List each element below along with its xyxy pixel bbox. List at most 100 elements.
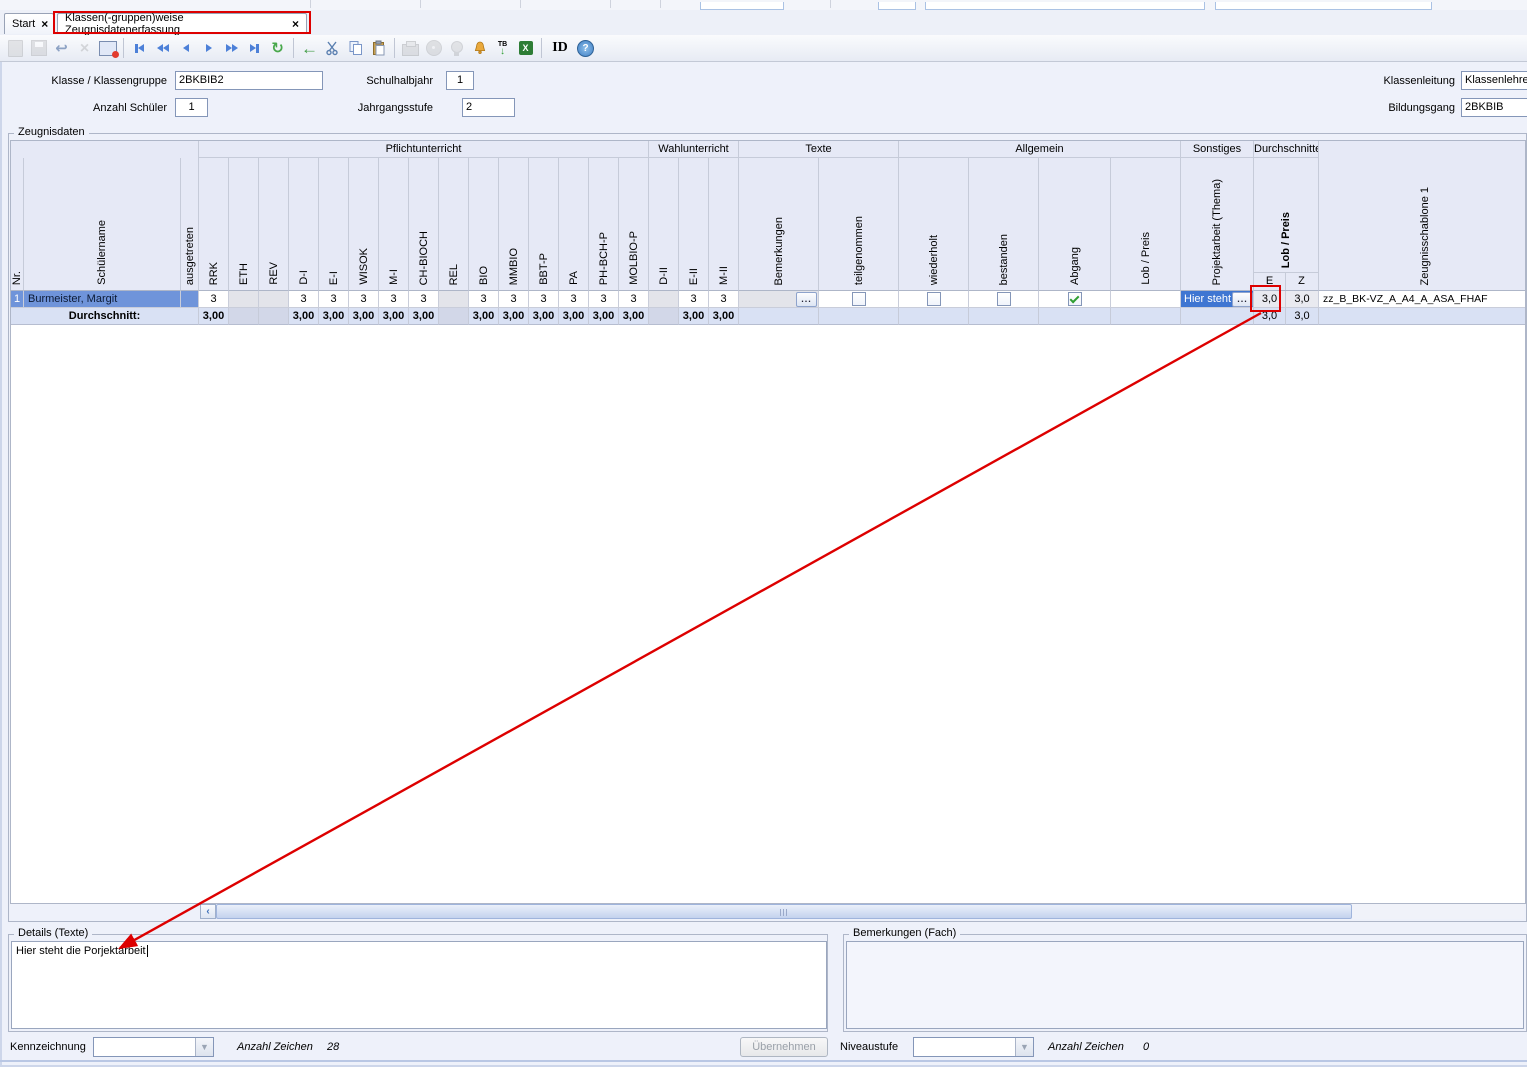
edit-form-button[interactable] <box>96 37 119 60</box>
nav-next-icon <box>206 44 212 52</box>
save-button[interactable] <box>27 37 50 60</box>
cell-grade-bio[interactable]: 3 <box>469 291 499 308</box>
col-zeugnisschablone: Zeugnisschablone 1 <box>1319 158 1526 291</box>
paste-button[interactable] <box>367 37 390 60</box>
bestanden-checkbox[interactable] <box>997 292 1011 306</box>
projektarbeit-ellipsis-button[interactable]: ... <box>1232 292 1253 307</box>
nav-fast-next-button[interactable] <box>220 37 243 60</box>
cell-grade-m1[interactable]: 3 <box>379 291 409 308</box>
cell-schuelername[interactable]: Burmeister, Margit <box>24 291 181 308</box>
jahrgangsstufe-input[interactable]: 2 <box>462 98 515 117</box>
subcol-z: Z <box>1286 273 1317 291</box>
checkmark-icon <box>1070 293 1080 303</box>
klassenleitung-input[interactable]: Klassenlehrer <box>1461 71 1527 90</box>
avg-d2 <box>649 308 679 325</box>
cell-grade-e2[interactable]: 3 <box>679 291 709 308</box>
cell-grade-e1[interactable]: 3 <box>319 291 349 308</box>
uebernehmen-button[interactable]: Übernehmen <box>740 1037 828 1057</box>
bemerkungen-ellipsis-button[interactable]: ... <box>796 292 817 307</box>
bulb-icon <box>451 41 463 53</box>
group-sonstiges: Sonstiges <box>1181 141 1254 158</box>
bulb-button[interactable] <box>445 37 468 60</box>
cell-projektarbeit: Hier steht.. ... <box>1181 291 1254 308</box>
tab-zeugnisdatenerfassung[interactable]: Klassen(-gruppen)weise Zeugnisdatenerfas… <box>57 13 307 34</box>
nav-last-button[interactable] <box>243 37 266 60</box>
col-projektarbeit: Projektarbeit (Thema) <box>1181 158 1254 291</box>
cell-grade-rrk[interactable]: 3 <box>199 291 229 308</box>
anzahl-schueler-input[interactable]: 1 <box>175 98 208 117</box>
group-durchschnitte: Durchschnitte <box>1254 141 1319 158</box>
scroll-left-button[interactable]: ‹ <box>200 904 216 919</box>
nav-prev-button[interactable] <box>174 37 197 60</box>
excel-export-button[interactable]: X <box>514 37 537 60</box>
cell-grade-mmbio[interactable]: 3 <box>499 291 529 308</box>
scissors-icon <box>325 40 341 56</box>
zeugnisdaten-legend: Zeugnisdaten <box>14 126 89 138</box>
col-phbchp: PH-BCH-P <box>589 158 619 291</box>
id-button[interactable]: ID <box>546 37 574 60</box>
bemerkungen-fach-textarea[interactable] <box>846 941 1524 1029</box>
nav-next-button[interactable] <box>197 37 220 60</box>
nav-first-button[interactable] <box>128 37 151 60</box>
avg-phbchp: 3,00 <box>589 308 619 325</box>
delete-button[interactable]: × <box>73 37 96 60</box>
cell-lob-preis[interactable] <box>1111 291 1181 308</box>
help-button[interactable]: ? <box>574 37 597 60</box>
col-bemerkungen: Bemerkungen <box>739 158 819 291</box>
cell-grade-pa[interactable]: 3 <box>559 291 589 308</box>
copy-button[interactable] <box>344 37 367 60</box>
form-icon <box>99 41 117 56</box>
tab-zeugnis-close-icon[interactable]: × <box>292 18 299 30</box>
nav-fast-prev-button[interactable] <box>151 37 174 60</box>
wiederholt-checkbox[interactable] <box>927 292 941 306</box>
nav-prev-icon <box>183 44 189 52</box>
cell-grade-d2 <box>649 291 679 308</box>
details-textarea[interactable]: Hier steht die Porjektarbeit <box>11 941 827 1029</box>
cell-grade-chbioch[interactable]: 3 <box>409 291 439 308</box>
bildungsgang-input[interactable]: 2BKBIB <box>1461 98 1527 117</box>
cell-avg-z: 3,0 <box>1286 291 1319 308</box>
back-arrow-button[interactable]: ← <box>298 37 321 60</box>
back-arrow-icon: ← <box>301 41 318 56</box>
cell-nr[interactable]: 1 <box>11 291 24 308</box>
niveaustufe-combobox[interactable]: ▼ <box>913 1037 1034 1057</box>
tab-start[interactable]: Start × <box>4 13 54 34</box>
schulhalbjahr-input[interactable]: 1 <box>446 71 474 90</box>
cell-grade-wisok[interactable]: 3 <box>349 291 379 308</box>
cd-button[interactable] <box>422 37 445 60</box>
cell-ausgetreten[interactable] <box>181 291 199 308</box>
kennzeichnung-combobox[interactable]: ▼ <box>93 1037 214 1057</box>
cell-grade-d1[interactable]: 3 <box>289 291 319 308</box>
cell-grade-phbchp[interactable]: 3 <box>589 291 619 308</box>
chevron-down-icon[interactable]: ▼ <box>1015 1038 1033 1056</box>
col-pa: PA <box>559 158 589 291</box>
toolbar-separator <box>123 38 124 58</box>
print-button[interactable] <box>399 37 422 60</box>
cell-grade-m2[interactable]: 3 <box>709 291 739 308</box>
chevron-down-icon[interactable]: ▼ <box>195 1038 213 1056</box>
cell-zeugnisschablone[interactable]: zz_B_BK-VZ_A_A4_A_ASA_FHAF <box>1319 291 1526 308</box>
teilgenommen-checkbox[interactable] <box>852 292 866 306</box>
col-schuelername: Schülername <box>24 158 181 291</box>
refresh-button[interactable]: ↻ <box>266 37 289 60</box>
refresh-icon: ↻ <box>271 41 284 56</box>
avg-bio: 3,00 <box>469 308 499 325</box>
cell-grade-molbiop[interactable]: 3 <box>619 291 649 308</box>
undo-button[interactable]: ↩ <box>50 37 73 60</box>
cell-grade-bbtp[interactable]: 3 <box>529 291 559 308</box>
bell-button[interactable] <box>468 37 491 60</box>
col-rel: REL <box>439 158 469 291</box>
tab-start-close-icon[interactable]: × <box>41 18 48 30</box>
klasse-input[interactable]: 2BKBIB2 <box>175 71 323 90</box>
anzahl-schueler-label: Anzahl Schüler <box>20 102 167 116</box>
col-nr: Nr. <box>11 158 24 291</box>
abgang-checkbox[interactable] <box>1068 292 1082 306</box>
scrollbar-thumb[interactable] <box>216 904 1352 919</box>
tb-import-button[interactable]: TB ↓ <box>491 37 514 60</box>
niveaustufe-value <box>914 1038 1015 1056</box>
tab-bar: Start × Klassen(-gruppen)weise Zeugnisda… <box>0 10 1527 35</box>
horizontal-scrollbar[interactable]: ‹ <box>200 904 1524 919</box>
new-document-button[interactable] <box>4 37 27 60</box>
avg-pa: 3,00 <box>559 308 589 325</box>
cut-button[interactable] <box>321 37 344 60</box>
